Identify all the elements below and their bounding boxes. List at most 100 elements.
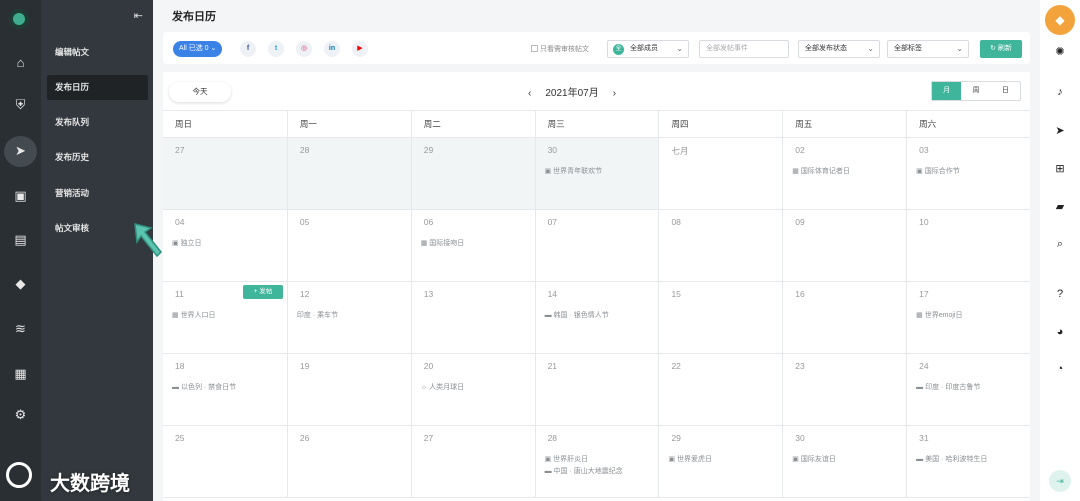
account-selector[interactable]: All 已选 0 ⌄ bbox=[173, 41, 223, 57]
holiday-event[interactable]: ▦ 国际接吻日 bbox=[421, 238, 465, 248]
day-cell[interactable]: 15 bbox=[658, 282, 782, 353]
day-number: 15 bbox=[671, 289, 681, 299]
day-cell[interactable]: 24 ▬ 印度 · 印度古鲁节 bbox=[906, 354, 1030, 425]
day-cell[interactable]: 28 bbox=[286, 138, 411, 209]
member-select[interactable]: 全 全部成员 ⌄ bbox=[607, 40, 689, 58]
support-icon[interactable]: ◔ bbox=[1040, 358, 1080, 380]
layers-icon[interactable]: ≋ bbox=[0, 315, 41, 343]
day-cell[interactable]: 09 bbox=[782, 210, 906, 281]
view-tab-2[interactable]: 日 bbox=[991, 82, 1020, 100]
publish-status-select[interactable]: 全部发布状态 ⌄ bbox=[798, 40, 880, 58]
shield-icon[interactable]: ⛨ bbox=[0, 91, 41, 119]
pinwheel-icon[interactable]: ✺ bbox=[1040, 40, 1080, 62]
app-logo[interactable] bbox=[9, 9, 29, 29]
today-button[interactable]: 今天 bbox=[169, 82, 231, 102]
new-post-button[interactable]: + 发帖 bbox=[243, 285, 283, 299]
sidebar-item-edit-post[interactable]: 编辑帖文 bbox=[47, 40, 148, 65]
day-cell[interactable]: 22 bbox=[658, 354, 782, 425]
holiday-event[interactable]: ▦ 世界emoji日 bbox=[916, 310, 962, 320]
day-cell[interactable]: 02 ▦ 国际体育记者日 bbox=[782, 138, 906, 209]
publish-event-select[interactable]: 全部发帖事件 bbox=[699, 40, 789, 58]
add-folder-icon[interactable]: ▰ bbox=[1040, 195, 1080, 217]
sidebar-item-publish-history[interactable]: 发布历史 bbox=[47, 145, 148, 170]
youtube-icon[interactable]: ▶ bbox=[352, 41, 368, 57]
facebook-icon[interactable]: f bbox=[240, 41, 256, 57]
day-cell[interactable]: 30 ▣ 世界青年联欢节 bbox=[534, 138, 659, 209]
wechat-icon[interactable]: ◕ bbox=[1040, 321, 1080, 343]
day-cell[interactable]: 03 ▣ 国际合作节 bbox=[906, 138, 1030, 209]
holiday-event[interactable]: ☼ 人类月球日 bbox=[421, 382, 464, 392]
document-icon[interactable]: ▤ bbox=[0, 226, 41, 254]
day-cell[interactable]: 11 ▦ 世界人口日 + 发帖 bbox=[163, 282, 287, 353]
tag-icon[interactable]: ◆ bbox=[0, 270, 41, 298]
holiday-event[interactable]: 印度 · 乘车节 bbox=[297, 310, 338, 320]
day-cell[interactable]: 17 ▦ 世界emoji日 bbox=[906, 282, 1030, 353]
day-cell[interactable]: 30 ▣ 国际友谊日 bbox=[782, 426, 906, 497]
view-tab-0[interactable]: 月 bbox=[932, 82, 962, 100]
holiday-event[interactable]: ▬ 中国 · 唐山大地震纪念 bbox=[545, 466, 623, 476]
day-cell[interactable]: 27 bbox=[410, 426, 535, 497]
prev-month-icon[interactable]: ‹ bbox=[528, 88, 531, 99]
holiday-event[interactable]: ▦ 世界人口日 bbox=[172, 310, 216, 320]
sidebar-item-publish-calendar[interactable]: 发布日历 bbox=[47, 75, 148, 100]
search-icon[interactable]: ⌕ bbox=[1040, 233, 1080, 255]
holiday-event[interactable]: ▬ 印度 · 印度古鲁节 bbox=[916, 382, 980, 392]
holiday-event[interactable]: ▣ 国际合作节 bbox=[916, 166, 960, 176]
help-icon[interactable]: ? bbox=[1040, 283, 1080, 305]
chat-icon[interactable]: ▣ bbox=[0, 182, 41, 210]
holiday-event[interactable]: ▬ 以色列 · 禁食日节 bbox=[172, 382, 236, 392]
home-icon[interactable]: ⌂ bbox=[0, 48, 41, 76]
sidebar-item-campaigns[interactable]: 营销活动 bbox=[47, 181, 148, 206]
day-cell[interactable]: 七月 bbox=[658, 138, 782, 209]
day-cell[interactable]: 27 bbox=[163, 138, 287, 209]
collapse-sidebar-icon[interactable]: ⇤ bbox=[134, 9, 143, 22]
holiday-event[interactable]: ▣ 世界青年联欢节 bbox=[545, 166, 603, 176]
day-cell[interactable]: 16 bbox=[782, 282, 906, 353]
day-cell[interactable]: 08 bbox=[658, 210, 782, 281]
day-cell[interactable]: 29 ▣ 世界爱虎日 bbox=[658, 426, 782, 497]
bell-icon[interactable]: ♪ bbox=[1040, 81, 1080, 103]
day-cell[interactable]: 10 bbox=[906, 210, 1030, 281]
day-cell[interactable]: 19 bbox=[286, 354, 411, 425]
only-review-checkbox[interactable]: 只看需审核帖文 bbox=[531, 44, 589, 54]
day-cell[interactable]: 05 bbox=[286, 210, 411, 281]
day-cell[interactable]: 23 bbox=[782, 354, 906, 425]
premium-diamond-icon[interactable]: ◆ bbox=[1045, 5, 1075, 35]
holiday-event[interactable]: ▣ 世界肝炎日 bbox=[545, 454, 589, 464]
checkbox-box[interactable] bbox=[531, 45, 538, 52]
day-cell[interactable]: 04 ▣ 独立日 bbox=[163, 210, 287, 281]
expand-panel-icon[interactable]: ⇥ bbox=[1049, 470, 1071, 492]
day-cell[interactable]: 12 印度 · 乘车节 bbox=[286, 282, 411, 353]
day-cell[interactable]: 28 ▣ 世界肝炎日 ▬ 中国 · 唐山大地震纪念 bbox=[534, 426, 659, 497]
send-icon[interactable]: ➤ bbox=[1040, 119, 1080, 141]
linkedin-icon[interactable]: in bbox=[324, 41, 340, 57]
tags-select[interactable]: 全部标签 ⌄ bbox=[887, 40, 969, 58]
day-cell[interactable]: 07 bbox=[534, 210, 659, 281]
holiday-event[interactable]: ▬ 美国 · 哈利波特生日 bbox=[916, 454, 987, 464]
holiday-event[interactable]: ▣ 独立日 bbox=[172, 238, 202, 248]
holiday-event[interactable]: ▬ 韩国 · 银色情人节 bbox=[545, 310, 609, 320]
day-cell[interactable]: 29 bbox=[410, 138, 535, 209]
instagram-icon[interactable]: ◎ bbox=[296, 41, 312, 57]
day-cell[interactable]: 31 ▬ 美国 · 哈利波特生日 bbox=[906, 426, 1030, 497]
holiday-event[interactable]: ▣ 国际友谊日 bbox=[792, 454, 836, 464]
holiday-event[interactable]: ▦ 国际体育记者日 bbox=[792, 166, 850, 176]
day-cell[interactable]: 20 ☼ 人类月球日 bbox=[410, 354, 535, 425]
day-cell[interactable]: 21 bbox=[534, 354, 659, 425]
holiday-event[interactable]: ▣ 世界爱虎日 bbox=[668, 454, 712, 464]
day-cell[interactable]: 13 bbox=[410, 282, 535, 353]
day-cell[interactable]: 06 ▦ 国际接吻日 bbox=[410, 210, 535, 281]
sidebar-item-publish-queue[interactable]: 发布队列 bbox=[47, 110, 148, 135]
next-month-icon[interactable]: › bbox=[613, 88, 616, 99]
refresh-button[interactable]: ↻ 刷新 bbox=[980, 40, 1022, 58]
send-icon[interactable]: ➤ bbox=[0, 137, 41, 165]
twitter-icon[interactable]: t bbox=[268, 41, 284, 57]
briefcase-icon[interactable]: ▦ bbox=[0, 360, 41, 388]
add-square-icon[interactable]: ⊞ bbox=[1040, 157, 1080, 179]
day-cell[interactable]: 25 bbox=[163, 426, 287, 497]
view-tab-1[interactable]: 周 bbox=[961, 82, 990, 100]
day-cell[interactable]: 18 ▬ 以色列 · 禁食日节 bbox=[163, 354, 287, 425]
day-cell[interactable]: 14 ▬ 韩国 · 银色情人节 bbox=[534, 282, 659, 353]
gear-icon[interactable]: ⚙ bbox=[0, 401, 41, 429]
day-cell[interactable]: 26 bbox=[286, 426, 411, 497]
